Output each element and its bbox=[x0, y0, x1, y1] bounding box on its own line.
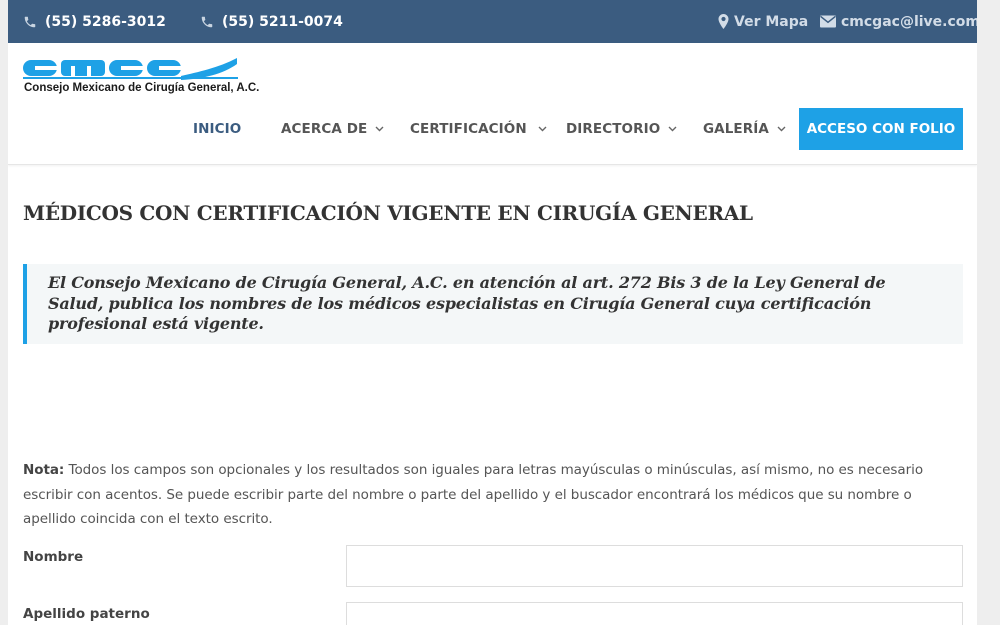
logo-subtitle: Consejo Mexicano de Cirugía General, A.C… bbox=[24, 82, 260, 94]
map-link-text: Ver Mapa bbox=[734, 13, 809, 30]
chevron-down-icon bbox=[668, 126, 677, 132]
nav-item-inicio[interactable]: INICIO bbox=[193, 108, 241, 150]
acceso-con-folio-button[interactable]: ACCESO CON FOLIO bbox=[799, 108, 963, 150]
chevron-down-icon bbox=[538, 126, 547, 132]
intro-text: El Consejo Mexicano de Cirugía General, … bbox=[48, 273, 886, 333]
logo-graphic bbox=[23, 58, 238, 80]
email-link[interactable]: cmcgac@live.com bbox=[820, 0, 977, 43]
map-marker-icon bbox=[718, 14, 729, 29]
nav-item-directorio[interactable]: DIRECTORIO bbox=[566, 108, 677, 150]
nav-item-label: ACERCA DE bbox=[281, 121, 368, 137]
phone-icon bbox=[201, 16, 213, 27]
apellido-paterno-label: Apellido paterno bbox=[23, 606, 150, 622]
envelope-icon bbox=[820, 15, 836, 28]
phone-number-2[interactable]: (55) 5211-0074 bbox=[200, 0, 343, 43]
top-contact-bar: (55) 5286-3012 (55) 5211-0074 Ver Mapa c… bbox=[8, 0, 977, 43]
nombre-input[interactable] bbox=[346, 545, 963, 587]
nav-item-acerca-de[interactable]: ACERCA DE bbox=[281, 108, 384, 150]
phone-number-2-text: (55) 5211-0074 bbox=[222, 13, 343, 30]
page-title: MÉDICOS CON CERTIFICACIÓN VIGENTE EN CIR… bbox=[23, 201, 753, 225]
apellido-paterno-input[interactable] bbox=[346, 602, 963, 625]
search-note: Nota: Todos los campos son opcionales y … bbox=[23, 458, 963, 532]
nav-item-label: DIRECTORIO bbox=[566, 121, 661, 137]
note-label: Nota: bbox=[23, 462, 65, 478]
nav-item-certificacion[interactable]: CERTIFICACIÓN bbox=[410, 108, 547, 150]
nav-item-label: GALERÍA bbox=[703, 121, 769, 137]
note-text: Todos los campos son opcionales y los re… bbox=[23, 462, 924, 527]
nav-item-galeria[interactable]: GALERÍA bbox=[703, 108, 786, 150]
intro-blockquote: El Consejo Mexicano de Cirugía General, … bbox=[23, 264, 963, 344]
phone-number-1[interactable]: (55) 5286-3012 bbox=[23, 0, 166, 43]
nav-item-label: INICIO bbox=[193, 121, 242, 137]
map-link[interactable]: Ver Mapa bbox=[718, 0, 808, 43]
nav-item-label: CERTIFICACIÓN bbox=[410, 121, 527, 137]
phone-icon bbox=[24, 16, 36, 27]
site-header: Consejo Mexicano de Cirugía General, A.C… bbox=[8, 43, 977, 165]
chevron-down-icon bbox=[375, 126, 384, 132]
chevron-down-icon bbox=[777, 126, 786, 132]
phone-number-1-text: (55) 5286-3012 bbox=[45, 13, 166, 30]
email-link-text: cmcgac@live.com bbox=[841, 13, 977, 30]
nombre-label: Nombre bbox=[23, 549, 84, 565]
main-navigation: INICIO ACERCA DE CERTIFICACIÓN DIRECTORI… bbox=[8, 108, 977, 150]
page: (55) 5286-3012 (55) 5211-0074 Ver Mapa c… bbox=[8, 0, 977, 625]
